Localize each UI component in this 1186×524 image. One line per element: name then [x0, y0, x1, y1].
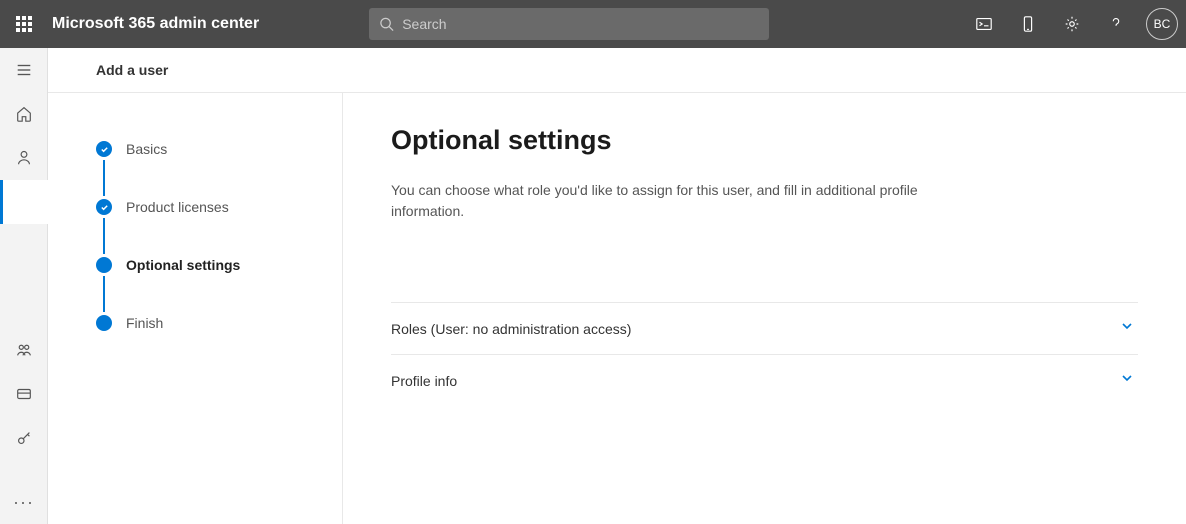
- rail-home[interactable]: [0, 92, 48, 136]
- wizard-step-optional[interactable]: Optional settings: [96, 257, 342, 315]
- group-icon: [15, 341, 33, 359]
- step-marker-current: [96, 257, 112, 273]
- step-marker-upcoming: [96, 315, 112, 331]
- waffle-icon: [16, 16, 32, 32]
- rail-more[interactable]: ···: [0, 480, 48, 524]
- home-icon: [15, 105, 33, 123]
- check-icon: [100, 145, 109, 154]
- main-panel: Optional settings You can choose what ro…: [343, 93, 1186, 524]
- step-label: Product licenses: [126, 199, 229, 215]
- rail-users[interactable]: [0, 136, 48, 180]
- left-rail: ···: [0, 48, 48, 524]
- sub-header-title: Add a user: [96, 62, 168, 78]
- content-area: Add a user Basics Product licenses: [48, 48, 1186, 524]
- accordion-roles[interactable]: Roles (User: no administration access): [391, 302, 1138, 354]
- chevron-down-icon: [1120, 371, 1134, 390]
- help-button[interactable]: [1096, 0, 1136, 48]
- search-input[interactable]: [402, 16, 759, 32]
- user-icon: [15, 149, 33, 167]
- accordion-label: Roles (User: no administration access): [391, 321, 631, 337]
- step-marker-completed: [96, 199, 112, 215]
- global-header: Microsoft 365 admin center: [0, 0, 1186, 48]
- wizard-step-licenses[interactable]: Product licenses: [96, 199, 342, 257]
- rail-groups[interactable]: [0, 328, 48, 372]
- ellipsis-icon: ···: [13, 492, 34, 513]
- card-icon: [15, 385, 33, 403]
- settings-button[interactable]: [1052, 0, 1092, 48]
- console-icon: [975, 15, 993, 33]
- panel-title: Optional settings: [391, 125, 1138, 156]
- search-icon: [379, 16, 394, 32]
- account-avatar[interactable]: BC: [1146, 8, 1178, 40]
- accordion-label: Profile info: [391, 373, 457, 389]
- app-title: Microsoft 365 admin center: [52, 15, 259, 33]
- wizard-step-basics[interactable]: Basics: [96, 141, 342, 199]
- wizard-step-finish[interactable]: Finish: [96, 315, 342, 331]
- help-icon: [1107, 15, 1125, 33]
- rail-menu-toggle[interactable]: [0, 48, 48, 92]
- key-icon: [15, 429, 33, 447]
- panel-sub-header: Add a user: [48, 48, 1186, 93]
- accordion-profile[interactable]: Profile info: [391, 354, 1138, 406]
- app-launcher-button[interactable]: [0, 0, 48, 48]
- step-label: Finish: [126, 315, 163, 331]
- wizard-steps: Basics Product licenses Optional setting…: [48, 93, 343, 524]
- step-label: Optional settings: [126, 257, 240, 273]
- rail-billing[interactable]: [0, 372, 48, 416]
- shell-console-button[interactable]: [964, 0, 1004, 48]
- check-icon: [100, 203, 109, 212]
- mobile-button[interactable]: [1008, 0, 1048, 48]
- hamburger-icon: [15, 61, 33, 79]
- chevron-down-icon: [1120, 319, 1134, 338]
- mobile-icon: [1019, 15, 1037, 33]
- search-box[interactable]: [369, 8, 769, 40]
- avatar-initials: BC: [1154, 17, 1171, 31]
- panel-description: You can choose what role you'd like to a…: [391, 180, 931, 222]
- step-marker-completed: [96, 141, 112, 157]
- header-actions: BC: [964, 0, 1178, 48]
- rail-setup[interactable]: [0, 416, 48, 460]
- step-label: Basics: [126, 141, 167, 157]
- rail-active-item[interactable]: [0, 180, 48, 224]
- gear-icon: [1063, 15, 1081, 33]
